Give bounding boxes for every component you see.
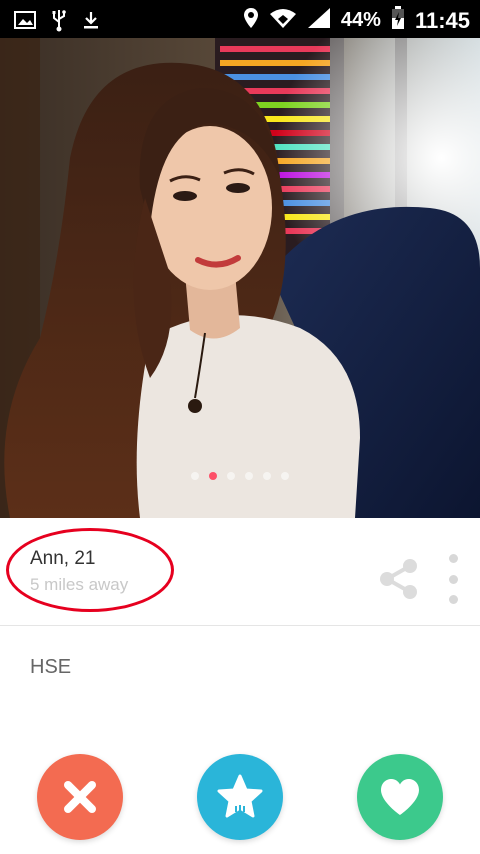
download-icon	[82, 10, 100, 35]
nope-button[interactable]	[37, 754, 123, 840]
signal-icon	[307, 7, 331, 34]
photo-dot[interactable]	[263, 472, 271, 480]
share-button[interactable]	[378, 558, 420, 600]
photo-dot[interactable]	[227, 472, 235, 480]
photo-dot[interactable]	[245, 472, 253, 480]
more-dot-icon	[448, 574, 458, 584]
more-dot-icon	[448, 595, 458, 604]
clock: 11:45	[414, 7, 470, 33]
profile-school: HSE	[30, 656, 72, 678]
photo-pagination	[0, 472, 480, 480]
annotation-circle	[6, 528, 174, 612]
photo-dot[interactable]	[191, 472, 199, 480]
location-icon	[243, 7, 259, 34]
more-options-button[interactable]	[442, 554, 464, 604]
star-icon	[217, 774, 263, 818]
share-icon	[380, 559, 417, 599]
profile-name-age: Ann, 21	[30, 548, 96, 569]
photo-dot[interactable]	[281, 472, 289, 480]
image-icon	[14, 10, 36, 35]
battery-percent: 44%	[340, 9, 381, 31]
close-icon	[64, 781, 96, 813]
battery-icon	[391, 6, 405, 35]
usb-icon	[50, 8, 68, 37]
status-bar: 44% 11:45	[0, 0, 480, 38]
super-like-button[interactable]	[197, 754, 283, 840]
profile-photo-illustration	[0, 38, 480, 518]
photo-dot-active[interactable]	[209, 472, 217, 480]
profile-distance: 5 miles away	[30, 575, 129, 594]
wifi-icon	[269, 7, 297, 34]
heart-icon	[381, 779, 419, 815]
more-dot-icon	[448, 554, 458, 563]
section-divider	[0, 625, 480, 626]
profile-photo[interactable]	[0, 38, 480, 518]
like-button[interactable]	[357, 754, 443, 840]
profile-info: Ann, 21 5 miles away	[0, 518, 480, 626]
